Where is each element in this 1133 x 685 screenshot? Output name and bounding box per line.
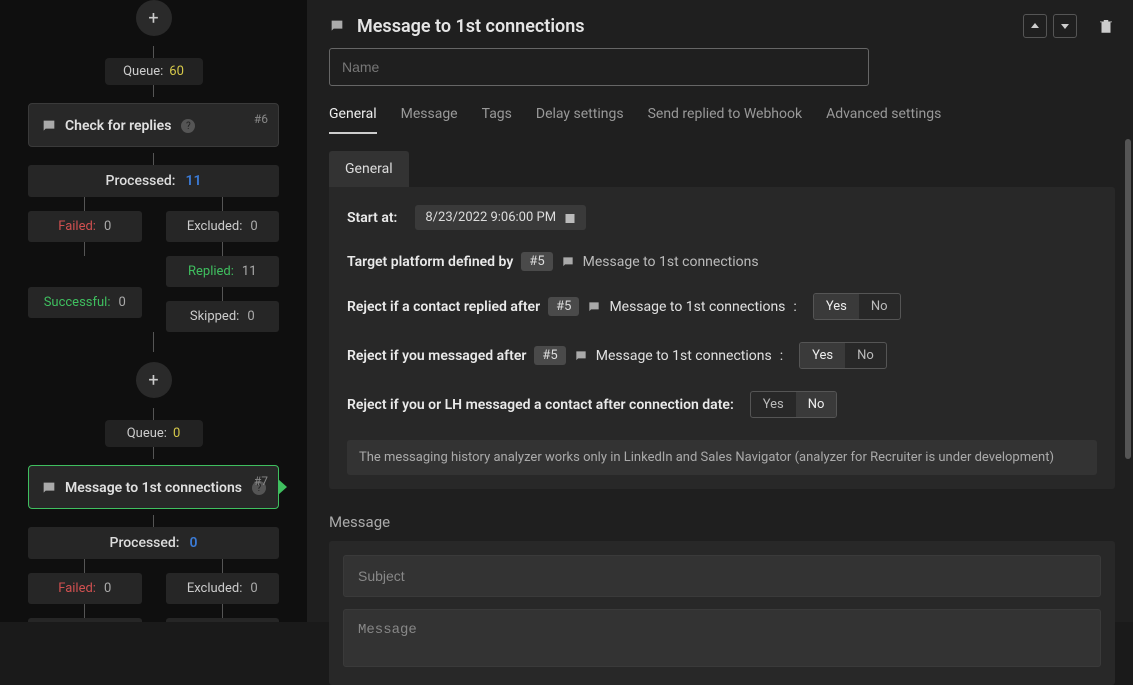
- start-at-label: Start at:: [347, 210, 397, 226]
- step-tag: #5: [548, 297, 579, 316]
- queue-badge: Queue: 60: [105, 58, 203, 85]
- chip-value: 0: [104, 581, 111, 596]
- node-title: Message to 1st connections: [65, 480, 242, 496]
- excluded-chip: Excluded: 0: [166, 573, 280, 604]
- queue-label: Queue:: [123, 64, 163, 79]
- toggle-yes[interactable]: Yes: [814, 294, 859, 319]
- info-note: The messaging history analyzer works onl…: [347, 440, 1097, 475]
- chip-value: 0: [104, 219, 111, 234]
- step-reference[interactable]: Message to 1st connections: [583, 254, 759, 270]
- toggle-no[interactable]: No: [796, 392, 837, 417]
- step-reference[interactable]: Message to 1st connections: [609, 299, 785, 315]
- processed-value: 11: [185, 173, 201, 189]
- chip-label: Failed:: [58, 581, 96, 596]
- add-step-button[interactable]: +: [136, 0, 172, 36]
- start-at-field[interactable]: 8/23/2022 9:06:00 PM: [415, 205, 586, 230]
- reject-both-label: Reject if you or LH messaged a contact a…: [347, 397, 734, 413]
- chip-label: Successful:: [44, 295, 111, 310]
- reject-both-toggle: Yes No: [750, 391, 838, 418]
- toggle-yes[interactable]: Yes: [751, 392, 796, 417]
- scrollbar[interactable]: [1125, 139, 1131, 459]
- node-index: #6: [254, 112, 268, 126]
- help-icon[interactable]: ?: [181, 119, 195, 133]
- reject-replied-toggle: Yes No: [813, 293, 901, 320]
- name-input[interactable]: [329, 48, 869, 86]
- tab-general[interactable]: General: [329, 106, 377, 134]
- failed-chip: Failed: 0: [28, 211, 142, 242]
- move-down-button[interactable]: [1053, 14, 1077, 38]
- chip-value: 11: [242, 264, 257, 279]
- message-section-label: Message: [329, 513, 1115, 531]
- general-section: Start at: 8/23/2022 9:06:00 PM Target pl…: [329, 187, 1115, 489]
- processed-label: Processed:: [110, 535, 180, 551]
- step-tag: #5: [534, 346, 565, 365]
- chat-icon: [41, 480, 57, 496]
- chip-label: Excluded:: [187, 581, 243, 596]
- target-platform-label: Target platform defined by: [347, 254, 513, 270]
- excluded-chip: Excluded: 0: [166, 211, 280, 242]
- reject-messaged-label: Reject if you messaged after: [347, 348, 526, 364]
- workflow-node-active[interactable]: #7 Message to 1st connections ?: [28, 465, 279, 509]
- processed-badge: Processed: 0: [28, 527, 279, 559]
- processed-label: Processed:: [106, 173, 176, 189]
- tab-advanced[interactable]: Advanced settings: [826, 106, 941, 134]
- add-step-button[interactable]: +: [136, 362, 172, 398]
- calendar-icon: [564, 212, 576, 224]
- toggle-yes[interactable]: Yes: [800, 343, 845, 368]
- processed-value: 0: [189, 535, 197, 551]
- move-up-button[interactable]: [1023, 14, 1047, 38]
- settings-panel: Message to 1st connections General Messa…: [307, 0, 1133, 622]
- chip-label: Replied:: [188, 264, 234, 279]
- replied-chip: Replied: 11: [166, 256, 280, 287]
- node-title: Check for replies: [65, 118, 171, 134]
- chat-icon: [329, 18, 345, 34]
- section-tab-general[interactable]: General: [329, 151, 409, 187]
- chip-value: 0: [247, 309, 254, 324]
- workflow-node[interactable]: #6 Check for replies ?: [28, 103, 279, 147]
- step-reference[interactable]: Message to 1st connections: [596, 348, 772, 364]
- queue-label: Queue:: [127, 426, 167, 441]
- tab-delay[interactable]: Delay settings: [536, 106, 624, 134]
- chat-icon: [41, 118, 57, 134]
- queue-value: 60: [169, 64, 184, 79]
- tab-message[interactable]: Message: [401, 106, 458, 134]
- chip-label: Failed:: [58, 219, 96, 234]
- reject-replied-label: Reject if a contact replied after: [347, 299, 540, 315]
- active-indicator-icon: [278, 479, 287, 495]
- subject-input[interactable]: [343, 555, 1101, 597]
- skipped-chip: Skipped: 0: [166, 301, 280, 332]
- replied-chip: Replied:0: [166, 618, 280, 622]
- reject-messaged-toggle: Yes No: [799, 342, 887, 369]
- message-textarea[interactable]: [343, 609, 1101, 667]
- queue-value: 0: [173, 426, 180, 441]
- successful-chip: Successful: 0: [28, 287, 142, 318]
- messaged-chip: Messaged:0: [28, 618, 142, 622]
- chat-icon: [574, 349, 588, 363]
- failed-chip: Failed: 0: [28, 573, 142, 604]
- chat-icon: [561, 255, 575, 269]
- queue-badge: Queue: 0: [105, 420, 203, 447]
- tab-webhook[interactable]: Send replied to Webhook: [648, 106, 803, 134]
- settings-tabs: General Message Tags Delay settings Send…: [329, 106, 1115, 135]
- delete-button[interactable]: [1097, 17, 1115, 35]
- workflow-sidebar: + Queue: 60 #6 Check for replies ? Proces…: [0, 0, 307, 622]
- chat-icon: [587, 300, 601, 314]
- chip-label: Skipped:: [190, 309, 239, 324]
- step-tag: #5: [521, 252, 552, 271]
- tab-tags[interactable]: Tags: [482, 106, 512, 134]
- processed-badge: Processed: 11: [28, 165, 279, 197]
- start-at-value: 8/23/2022 9:06:00 PM: [425, 210, 556, 225]
- toggle-no[interactable]: No: [845, 343, 886, 368]
- message-section: [329, 541, 1115, 685]
- toggle-no[interactable]: No: [859, 294, 900, 319]
- node-index: #7: [254, 474, 268, 488]
- panel-title: Message to 1st connections: [357, 16, 1011, 37]
- chip-value: 0: [119, 295, 126, 310]
- chip-value: 0: [250, 581, 257, 596]
- chip-value: 0: [250, 219, 257, 234]
- chip-label: Excluded:: [187, 219, 243, 234]
